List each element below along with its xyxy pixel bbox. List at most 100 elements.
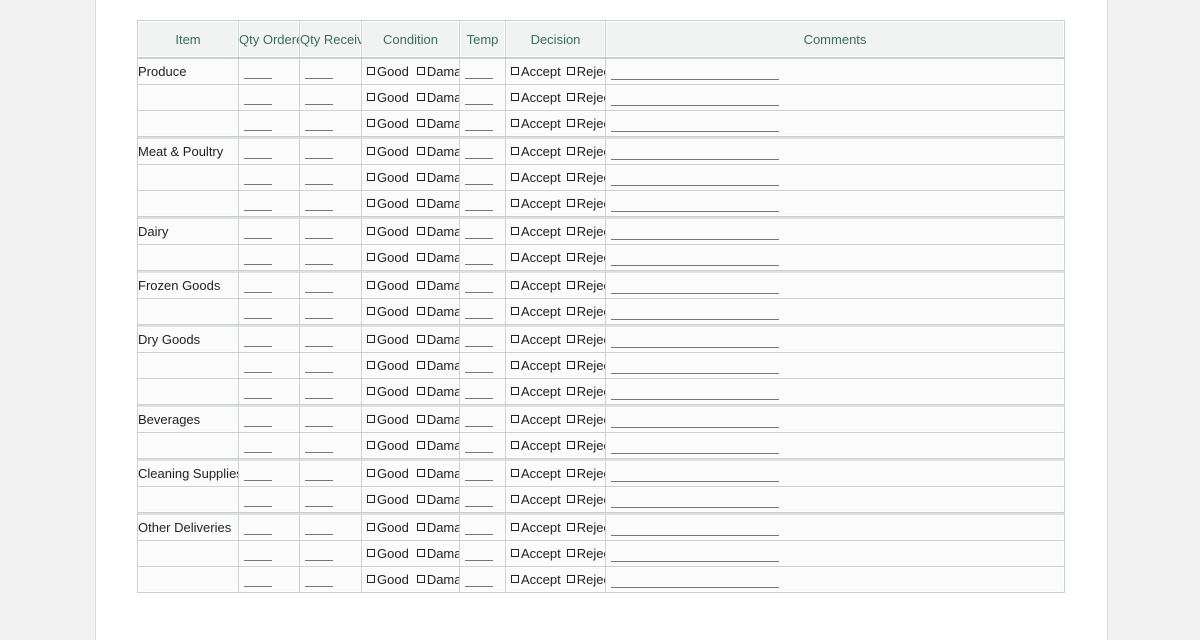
condition-damaged-option[interactable]: Damaged [416, 358, 459, 373]
qty-received-field[interactable] [300, 59, 362, 85]
decision-reject-option[interactable]: Reject [566, 466, 605, 481]
comments-field[interactable] [606, 165, 1065, 191]
comments-field[interactable] [606, 379, 1065, 405]
condition-damaged-option[interactable]: Damaged [416, 224, 459, 239]
condition-good-option[interactable]: Good [367, 520, 409, 535]
qty-received-field[interactable] [300, 459, 362, 487]
qty-received-field[interactable] [300, 137, 362, 165]
qty-received-field[interactable] [300, 191, 362, 217]
condition-damaged-option[interactable]: Damaged [416, 250, 459, 265]
condition-damaged-option[interactable]: Damaged [416, 90, 459, 105]
comments-field[interactable] [606, 513, 1065, 541]
decision-accept-option[interactable]: Accept [511, 412, 561, 427]
condition-damaged-option[interactable]: Damaged [416, 332, 459, 347]
decision-reject-option[interactable]: Reject [566, 384, 605, 399]
temp-field[interactable] [460, 459, 506, 487]
temp-field[interactable] [460, 271, 506, 299]
comments-field[interactable] [606, 59, 1065, 85]
comments-field[interactable] [606, 245, 1065, 271]
condition-damaged-option[interactable]: Damaged [416, 466, 459, 481]
condition-good-option[interactable]: Good [367, 438, 409, 453]
comments-field[interactable] [606, 459, 1065, 487]
condition-good-option[interactable]: Good [367, 278, 409, 293]
temp-field[interactable] [460, 111, 506, 137]
comments-field[interactable] [606, 353, 1065, 379]
qty-ordered-field[interactable] [239, 405, 300, 433]
decision-accept-option[interactable]: Accept [511, 332, 561, 347]
qty-received-field[interactable] [300, 433, 362, 459]
comments-field[interactable] [606, 541, 1065, 567]
qty-received-field[interactable] [300, 567, 362, 593]
comments-field[interactable] [606, 325, 1065, 353]
qty-ordered-field[interactable] [239, 137, 300, 165]
decision-accept-option[interactable]: Accept [511, 250, 561, 265]
qty-received-field[interactable] [300, 353, 362, 379]
comments-field[interactable] [606, 111, 1065, 137]
condition-damaged-option[interactable]: Damaged [416, 546, 459, 561]
condition-damaged-option[interactable]: Damaged [416, 278, 459, 293]
temp-field[interactable] [460, 513, 506, 541]
decision-accept-option[interactable]: Accept [511, 492, 561, 507]
condition-damaged-option[interactable]: Damaged [416, 412, 459, 427]
condition-good-option[interactable]: Good [367, 546, 409, 561]
condition-damaged-option[interactable]: Damaged [416, 144, 459, 159]
qty-received-field[interactable] [300, 217, 362, 245]
qty-ordered-field[interactable] [239, 513, 300, 541]
qty-ordered-field[interactable] [239, 59, 300, 85]
qty-received-field[interactable] [300, 487, 362, 513]
condition-good-option[interactable]: Good [367, 64, 409, 79]
decision-accept-option[interactable]: Accept [511, 90, 561, 105]
condition-damaged-option[interactable]: Damaged [416, 196, 459, 211]
condition-good-option[interactable]: Good [367, 144, 409, 159]
qty-ordered-field[interactable] [239, 459, 300, 487]
qty-ordered-field[interactable] [239, 165, 300, 191]
condition-good-option[interactable]: Good [367, 358, 409, 373]
qty-ordered-field[interactable] [239, 567, 300, 593]
condition-good-option[interactable]: Good [367, 492, 409, 507]
condition-damaged-option[interactable]: Damaged [416, 520, 459, 535]
decision-accept-option[interactable]: Accept [511, 358, 561, 373]
comments-field[interactable] [606, 191, 1065, 217]
decision-accept-option[interactable]: Accept [511, 170, 561, 185]
decision-reject-option[interactable]: Reject [566, 520, 605, 535]
decision-reject-option[interactable]: Reject [566, 492, 605, 507]
condition-good-option[interactable]: Good [367, 116, 409, 131]
qty-ordered-field[interactable] [239, 325, 300, 353]
condition-good-option[interactable]: Good [367, 384, 409, 399]
temp-field[interactable] [460, 217, 506, 245]
qty-ordered-field[interactable] [239, 299, 300, 325]
temp-field[interactable] [460, 191, 506, 217]
comments-field[interactable] [606, 271, 1065, 299]
decision-reject-option[interactable]: Reject [566, 250, 605, 265]
qty-received-field[interactable] [300, 325, 362, 353]
temp-field[interactable] [460, 299, 506, 325]
condition-good-option[interactable]: Good [367, 572, 409, 587]
temp-field[interactable] [460, 245, 506, 271]
decision-accept-option[interactable]: Accept [511, 304, 561, 319]
qty-received-field[interactable] [300, 85, 362, 111]
comments-field[interactable] [606, 137, 1065, 165]
qty-ordered-field[interactable] [239, 271, 300, 299]
qty-ordered-field[interactable] [239, 85, 300, 111]
condition-damaged-option[interactable]: Damaged [416, 304, 459, 319]
qty-ordered-field[interactable] [239, 487, 300, 513]
condition-damaged-option[interactable]: Damaged [416, 116, 459, 131]
condition-damaged-option[interactable]: Damaged [416, 492, 459, 507]
condition-good-option[interactable]: Good [367, 196, 409, 211]
qty-ordered-field[interactable] [239, 111, 300, 137]
condition-good-option[interactable]: Good [367, 224, 409, 239]
decision-accept-option[interactable]: Accept [511, 466, 561, 481]
temp-field[interactable] [460, 85, 506, 111]
condition-damaged-option[interactable]: Damaged [416, 438, 459, 453]
decision-reject-option[interactable]: Reject [566, 412, 605, 427]
comments-field[interactable] [606, 405, 1065, 433]
qty-received-field[interactable] [300, 513, 362, 541]
decision-reject-option[interactable]: Reject [566, 278, 605, 293]
comments-field[interactable] [606, 299, 1065, 325]
condition-damaged-option[interactable]: Damaged [416, 64, 459, 79]
decision-reject-option[interactable]: Reject [566, 546, 605, 561]
decision-reject-option[interactable]: Reject [566, 572, 605, 587]
qty-received-field[interactable] [300, 405, 362, 433]
qty-ordered-field[interactable] [239, 433, 300, 459]
decision-reject-option[interactable]: Reject [566, 170, 605, 185]
